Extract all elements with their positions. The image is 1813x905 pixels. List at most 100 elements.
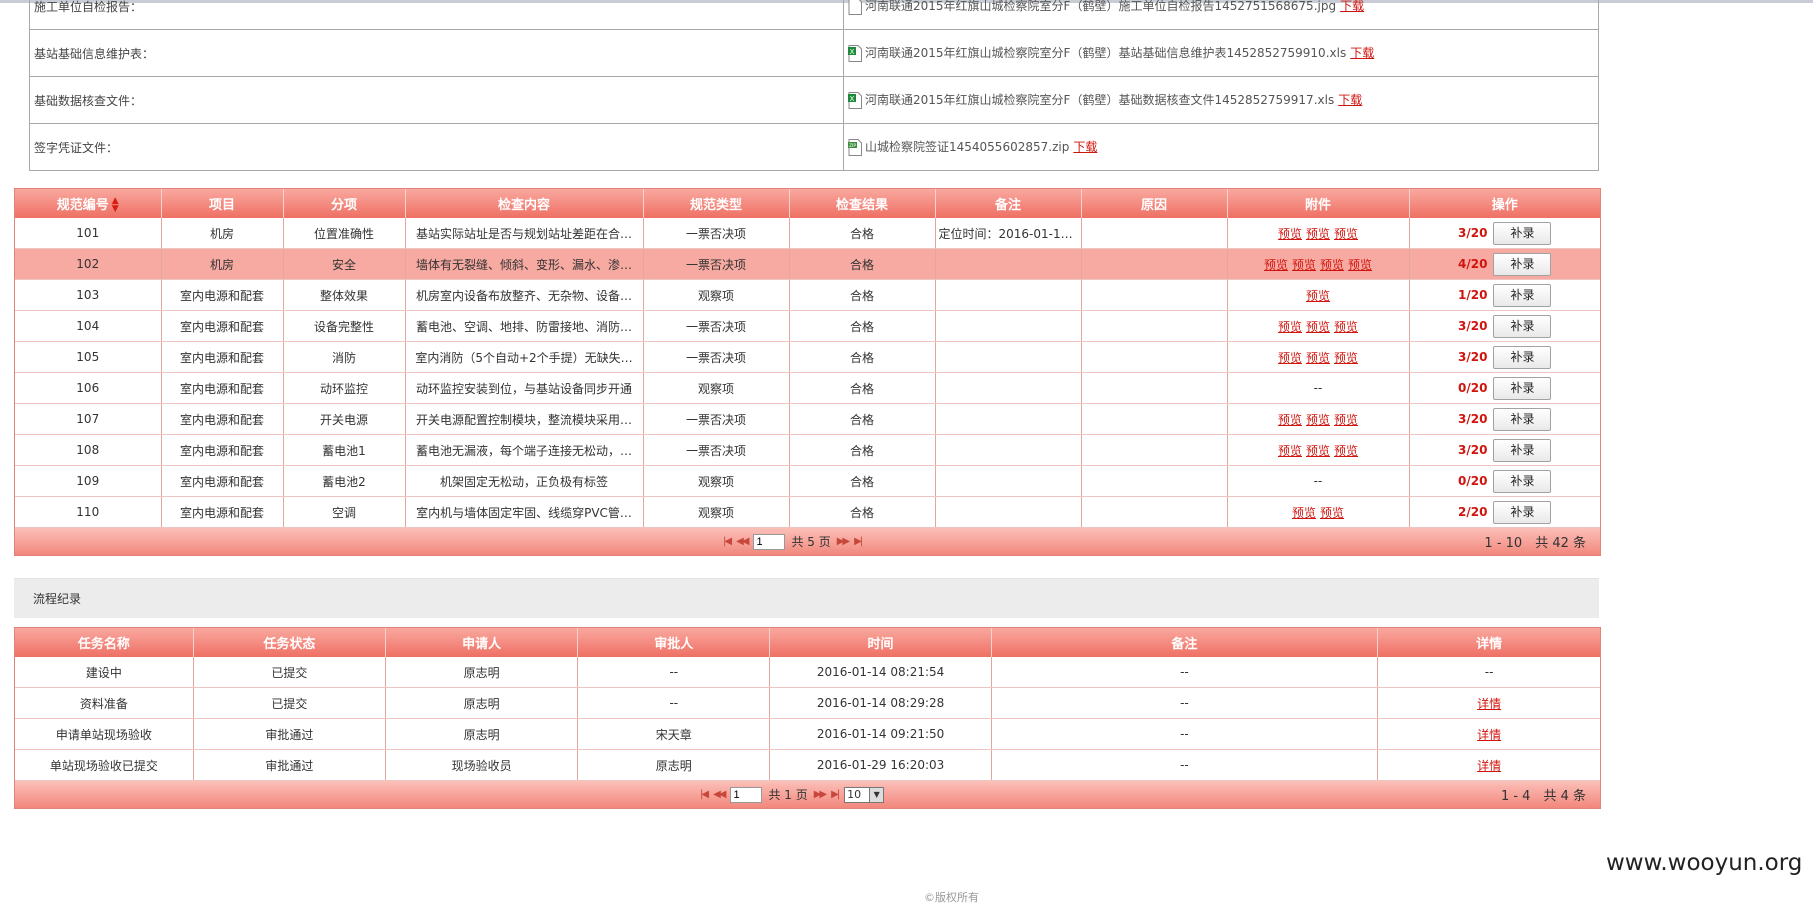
- detail-cell: 详情: [1377, 718, 1600, 750]
- page-number-input[interactable]: [753, 533, 786, 550]
- table-row: 资料准备 已提交 原志明 -- 2016-01-14 08:29:28 -- 详情: [15, 687, 1600, 719]
- check-content-cell: 蓄电池、空调、地排、防雷接地、消防…: [405, 310, 644, 342]
- reason-cell: [1081, 403, 1228, 435]
- page-number-input[interactable]: [730, 786, 763, 803]
- column-header[interactable]: 规范编号 ▲ ▼: [15, 189, 162, 218]
- preview-link[interactable]: 预览: [1334, 413, 1358, 427]
- item-cell: 室内电源和配套: [161, 465, 284, 497]
- spec-type-cell: 观察项: [643, 465, 790, 497]
- supplement-button[interactable]: 补录: [1493, 314, 1552, 338]
- table-row[interactable]: 109 室内电源和配套 蓄电池2 机架固定无松动，正负极有标签 观察项 合格 -- 0/20 补…: [15, 465, 1600, 497]
- column-header: 申请人: [385, 628, 579, 657]
- check-result-cell: 合格: [789, 434, 936, 466]
- check-result-cell: 合格: [789, 372, 936, 404]
- spec-id-cell: 106: [15, 372, 162, 404]
- preview-link[interactable]: 预览: [1334, 320, 1358, 334]
- supplement-button[interactable]: 补录: [1493, 283, 1552, 307]
- preview-link[interactable]: 预览: [1306, 320, 1330, 334]
- preview-link[interactable]: 预览: [1292, 506, 1316, 520]
- supplement-button[interactable]: 补录: [1493, 438, 1552, 462]
- download-link[interactable]: 下载: [1340, 0, 1364, 13]
- watermark-text: www.wooyun.org: [1606, 850, 1803, 876]
- last-page-icon[interactable]: ▶|: [854, 536, 863, 547]
- preview-link[interactable]: 预览: [1292, 258, 1316, 272]
- column-header: 操作: [1409, 189, 1600, 218]
- column-header-label: 项目: [208, 198, 235, 213]
- attachment-cell: --: [1227, 465, 1410, 497]
- column-header: 时间: [769, 628, 992, 657]
- table-row[interactable]: 102 机房 安全 墙体有无裂缝、倾斜、变形、漏水、渗… 一票否决项 合格 预览 预览 预览 预览…: [15, 248, 1600, 280]
- table-row[interactable]: 104 室内电源和配套 设备完整性 蓄电池、空调、地排、防雷接地、消防… 一票否决项 合格…: [15, 310, 1600, 342]
- file-info-table: 施工单位自检报告： 河南联通2015年红旗山城检察院室分F（鹤壁）施工单位自检报告…: [29, 0, 1599, 171]
- check-result-cell: 合格: [789, 218, 936, 249]
- note-cell: 定位时间：2016-01-16…: [935, 218, 1082, 249]
- detail-link[interactable]: 详情: [1477, 728, 1501, 742]
- empty-attachment: --: [1313, 474, 1323, 488]
- supplement-button[interactable]: 补录: [1493, 252, 1552, 276]
- column-header-label: 规范类型: [689, 198, 742, 213]
- subitem-cell: 动环监控: [283, 372, 406, 404]
- page-size-select[interactable]: 10 ▼: [844, 786, 885, 803]
- attachment-cell: 预览 预览 预览: [1227, 434, 1410, 466]
- preview-link[interactable]: 预览: [1264, 258, 1288, 272]
- time-cell: 2016-01-29 16:20:03: [769, 749, 992, 781]
- check-result-cell: 合格: [789, 403, 936, 435]
- preview-link[interactable]: 预览: [1278, 351, 1302, 365]
- supplement-button[interactable]: 补录: [1493, 376, 1552, 400]
- column-header-label: 检查内容: [497, 198, 550, 213]
- operation-cell: 3/20 补录: [1409, 310, 1600, 342]
- download-link[interactable]: 下载: [1350, 46, 1374, 60]
- preview-link[interactable]: 预览: [1334, 351, 1358, 365]
- table-row[interactable]: 108 室内电源和配套 蓄电池1 蓄电池无漏液，每个端子连接无松动，… 一票否决项 合格 预…: [15, 434, 1600, 466]
- table-row[interactable]: 106 室内电源和配套 动环监控 动环监控安装到位，与基站设备同步开通 观察项 合格 -- 0…: [15, 372, 1600, 404]
- preview-link[interactable]: 预览: [1278, 320, 1302, 334]
- supplement-button[interactable]: 补录: [1493, 407, 1552, 431]
- attachment-cell: 预览 预览: [1227, 496, 1410, 528]
- sort-arrows-icon[interactable]: ▲ ▼: [112, 197, 119, 214]
- last-page-icon[interactable]: ▶|: [831, 789, 840, 800]
- file-cell: X 河南联通2015年红旗山城检察院室分F（鹤壁）基站基础信息维护表1452852…: [843, 29, 1599, 77]
- supplement-button[interactable]: 补录: [1493, 345, 1552, 369]
- attachment-count: 3/20: [1458, 349, 1488, 364]
- preview-link[interactable]: 预览: [1334, 227, 1358, 241]
- first-page-icon[interactable]: |◀: [723, 536, 732, 547]
- attachment-cell: 预览 预览 预览: [1227, 218, 1410, 249]
- spec-type-cell: 一票否决项: [643, 341, 790, 373]
- column-header-label: 附件: [1304, 198, 1331, 213]
- download-link[interactable]: 下载: [1338, 93, 1362, 107]
- preview-link[interactable]: 预览: [1306, 413, 1330, 427]
- preview-link[interactable]: 预览: [1320, 506, 1344, 520]
- next-page-icon[interactable]: ▶▶: [814, 789, 827, 800]
- detail-link[interactable]: 详情: [1477, 759, 1501, 773]
- supplement-button[interactable]: 补录: [1493, 221, 1552, 245]
- column-header: 规范类型: [643, 189, 790, 218]
- reason-cell: [1081, 465, 1228, 497]
- supplement-button[interactable]: 补录: [1493, 500, 1552, 524]
- preview-link[interactable]: 预览: [1278, 227, 1302, 241]
- detail-link[interactable]: 详情: [1477, 697, 1501, 711]
- preview-link[interactable]: 预览: [1306, 227, 1330, 241]
- spec-pager: |◀ ◀◀ 共 5 页 ▶▶ ▶| 1 - 10 共 42 条: [15, 528, 1600, 555]
- prev-page-icon[interactable]: ◀◀: [736, 536, 749, 547]
- preview-link[interactable]: 预览: [1278, 444, 1302, 458]
- preview-link[interactable]: 预览: [1306, 289, 1330, 303]
- table-row[interactable]: 107 室内电源和配套 开关电源 开关电源配置控制模块，整流模块采用… 一票否决项 合格 预…: [15, 403, 1600, 435]
- table-row[interactable]: 103 室内电源和配套 整体效果 机房室内设备布放整齐、无杂物、设备… 观察项 合格 预览 1…: [15, 279, 1600, 311]
- download-link[interactable]: 下载: [1073, 140, 1097, 154]
- preview-link[interactable]: 预览: [1334, 444, 1358, 458]
- preview-link[interactable]: 预览: [1348, 258, 1372, 272]
- preview-link[interactable]: 预览: [1320, 258, 1344, 272]
- table-row[interactable]: 110 室内电源和配套 空调 室内机与墙体固定牢固、线缆穿PVC管… 观察项 合格 预览 预览…: [15, 496, 1600, 528]
- preview-link[interactable]: 预览: [1306, 444, 1330, 458]
- table-row[interactable]: 105 室内电源和配套 消防 室内消防（5个自动+2个手提）无缺失… 一票否决项 合格 预览…: [15, 341, 1600, 373]
- next-page-icon[interactable]: ▶▶: [837, 536, 850, 547]
- prev-page-icon[interactable]: ◀◀: [713, 789, 726, 800]
- preview-link[interactable]: 预览: [1306, 351, 1330, 365]
- table-row[interactable]: 101 机房 位置准确性 基站实际站址是否与规划站址差距在合… 一票否决项 合格 定位时间：…: [15, 218, 1600, 249]
- first-page-icon[interactable]: |◀: [700, 789, 709, 800]
- chevron-down-icon: ▼: [869, 787, 884, 802]
- supplement-button[interactable]: 补录: [1493, 469, 1552, 493]
- preview-link[interactable]: 预览: [1278, 413, 1302, 427]
- attachment-count: 0/20: [1458, 473, 1488, 488]
- column-header-label: 原因: [1140, 198, 1167, 213]
